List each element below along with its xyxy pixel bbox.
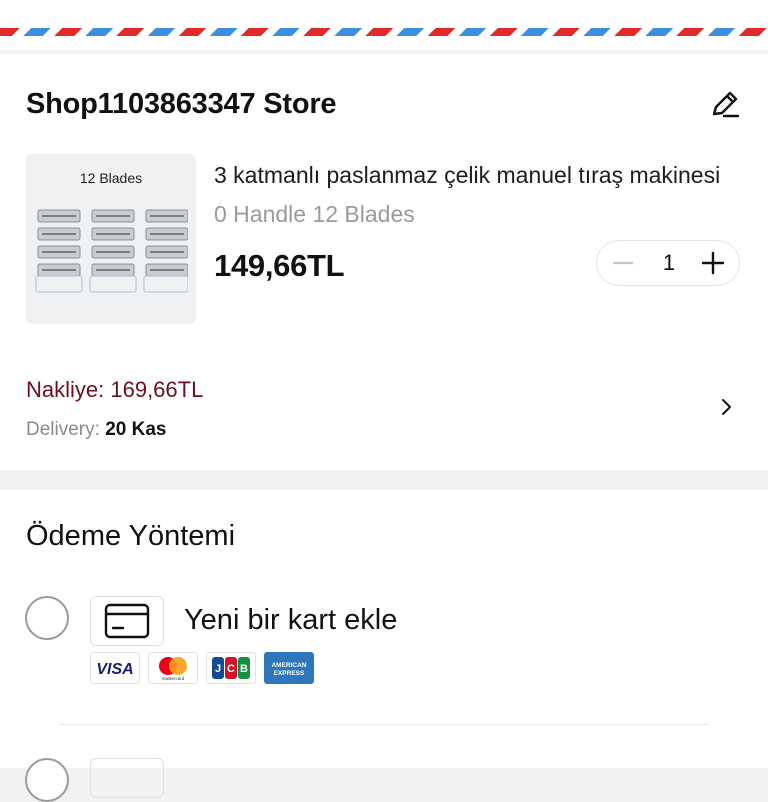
divider: [60, 724, 708, 725]
chevron-right-icon[interactable]: [718, 397, 734, 422]
payment-option-icon: [90, 758, 164, 798]
payment-title: Ödeme Yöntemi: [26, 520, 236, 552]
amex-logo: AMERICAN EXPRESS: [264, 652, 314, 684]
shop-card: Shop1103863347 Store 12 Blades 3 katmanl…: [0, 54, 768, 470]
svg-text:mastercard: mastercard: [162, 676, 185, 681]
quantity-value[interactable]: 1: [647, 241, 691, 285]
product-variant[interactable]: 0 Handle 12 Blades: [214, 201, 415, 228]
payment-card: Ödeme Yöntemi Yeni bir kart ekle VISA ma…: [0, 490, 768, 802]
edit-icon[interactable]: [708, 88, 742, 122]
delivery-date: 20 Kas: [105, 419, 167, 440]
mastercard-logo: mastercard: [148, 652, 198, 684]
shipping-cost: Nakliye: 169,66TL: [26, 377, 204, 402]
add-new-card-label[interactable]: Yeni bir kart ekle: [184, 604, 397, 637]
airmail-border: [0, 28, 768, 36]
blade-cartridges-image: [35, 209, 188, 293]
shipping-row[interactable]: Nakliye: 169,66TL Delivery: 20 Kas: [0, 359, 768, 459]
product-title[interactable]: 3 katmanlı paslanmaz çelik manuel tıraş …: [214, 162, 738, 189]
shop-name[interactable]: Shop1103863347 Store: [26, 88, 337, 121]
credit-card-icon: [90, 596, 164, 646]
svg-text:B: B: [240, 663, 248, 675]
product-thumbnail[interactable]: 12 Blades: [26, 154, 196, 324]
svg-text:EXPRESS: EXPRESS: [274, 670, 305, 677]
visa-logo: VISA: [90, 652, 140, 684]
quantity-stepper: 1: [596, 240, 740, 286]
new-card-radio[interactable]: [25, 596, 69, 640]
jcb-logo: J C B: [206, 652, 256, 684]
top-strip: [0, 0, 768, 50]
plus-icon[interactable]: [691, 241, 735, 285]
product-price: 149,66TL: [214, 248, 345, 283]
card-brands: VISA mastercard J C B AMERICAN EXPRESS: [90, 652, 314, 684]
svg-text:J: J: [215, 663, 221, 675]
minus-icon[interactable]: [601, 241, 645, 285]
svg-text:C: C: [227, 663, 235, 675]
delivery-label: Delivery:: [26, 419, 100, 440]
payment-option-radio[interactable]: [25, 758, 69, 802]
delivery-info: Delivery: 20 Kas: [26, 419, 166, 441]
thumbnail-label: 12 Blades: [79, 170, 143, 186]
svg-text:VISA: VISA: [96, 661, 133, 678]
svg-text:AMERICAN: AMERICAN: [271, 662, 306, 669]
